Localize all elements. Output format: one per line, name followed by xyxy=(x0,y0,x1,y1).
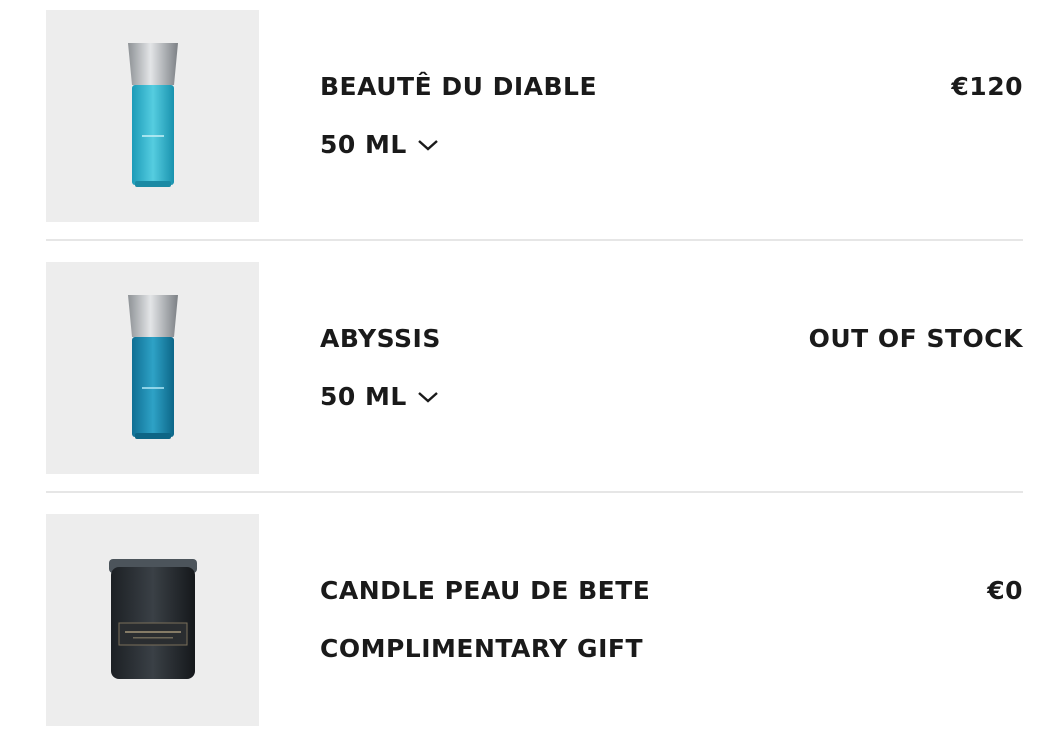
stock-status: OUT OF STOCK xyxy=(808,324,1023,353)
cart-item: CANDLE PEAU DE BETE COMPLIMENTARY GIFT €… xyxy=(46,514,1023,726)
product-price: €0 xyxy=(987,576,1023,605)
chevron-down-icon xyxy=(418,139,438,151)
size-select[interactable]: 50 ML xyxy=(320,382,439,411)
product-name: BEAUTÊ DU DIABLE xyxy=(320,72,598,101)
product-price: €120 xyxy=(951,72,1023,101)
product-image[interactable] xyxy=(46,10,259,222)
product-image[interactable] xyxy=(46,262,259,474)
size-value: 50 ML xyxy=(320,382,407,411)
product-image[interactable] xyxy=(46,514,259,726)
cart-item: BEAUTÊ DU DIABLE 50 ML €120 xyxy=(46,10,1023,222)
chevron-down-icon xyxy=(418,391,438,403)
perfume-bottle-light-blue-icon xyxy=(127,43,178,187)
divider xyxy=(46,239,1023,241)
size-value: 50 ML xyxy=(320,130,407,159)
gift-label-text: COMPLIMENTARY GIFT xyxy=(320,634,644,663)
product-name: ABYSSIS xyxy=(320,324,441,353)
cart-item-list: BEAUTÊ DU DIABLE 50 ML €120 ABYSSIS 50 M… xyxy=(46,10,1023,726)
gift-label: COMPLIMENTARY GIFT xyxy=(320,634,643,663)
perfume-bottle-deep-blue-icon xyxy=(127,295,178,439)
divider xyxy=(46,491,1023,493)
product-name: CANDLE PEAU DE BETE xyxy=(320,576,651,605)
size-select[interactable]: 50 ML xyxy=(320,130,439,159)
candle-jar-icon xyxy=(108,559,197,679)
cart-item: ABYSSIS 50 ML OUT OF STOCK xyxy=(46,262,1023,474)
